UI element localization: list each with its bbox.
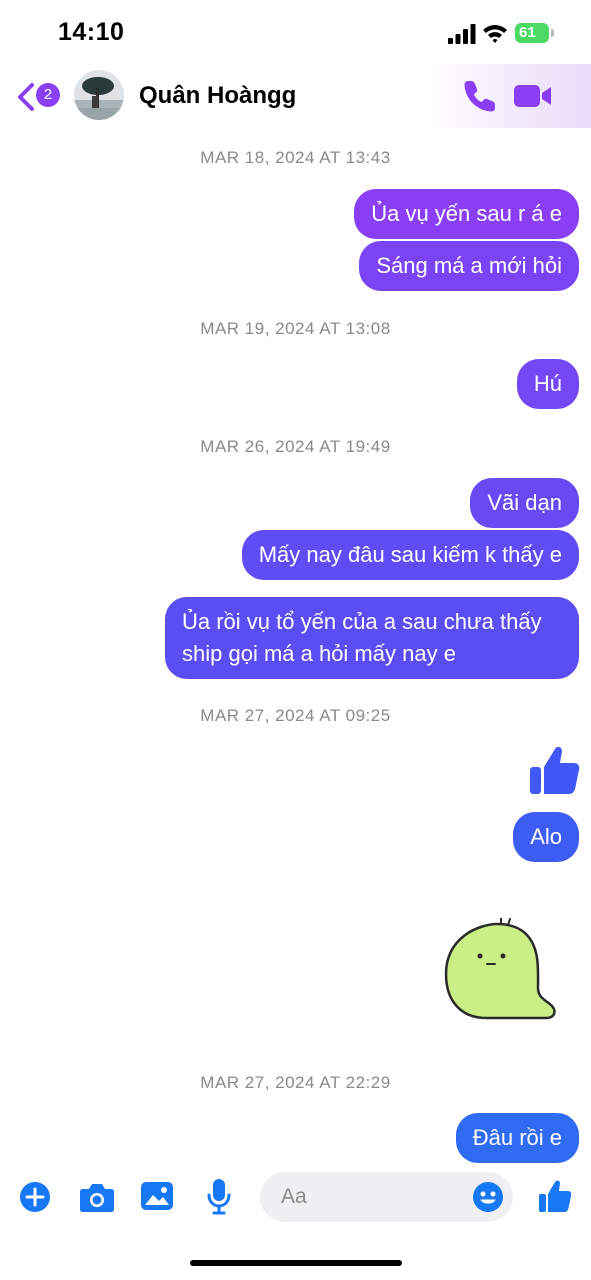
cellular-signal-icon: [448, 24, 476, 44]
timestamp: MAR 18, 2024 AT 13:43: [200, 148, 391, 167]
avatar-photo: [74, 70, 124, 120]
phone-icon[interactable]: [462, 78, 498, 114]
image-icon[interactable]: [140, 1180, 174, 1212]
chat-header: 2 Quân Hoàngg: [0, 64, 591, 128]
thumbs-up-icon[interactable]: [528, 743, 580, 797]
plus-icon[interactable]: [19, 1181, 51, 1213]
message-bubble[interactable]: Ủa vụ yến sau r á e: [354, 189, 579, 239]
unread-badge: 2: [36, 83, 60, 107]
message-bubble[interactable]: Alo: [513, 812, 579, 862]
sticker[interactable]: [440, 918, 560, 1026]
home-indicator: [190, 1260, 402, 1266]
timestamp: MAR 19, 2024 AT 13:08: [200, 319, 391, 338]
camera-icon[interactable]: [79, 1181, 115, 1213]
battery-level: 61: [515, 23, 549, 43]
battery-indicator: 61: [515, 23, 555, 43]
chevron-left-icon: [18, 83, 34, 111]
avatar[interactable]: [74, 70, 124, 120]
contact-name[interactable]: Quân Hoàngg: [139, 82, 296, 110]
message-input-placeholder: Aa: [281, 1185, 307, 1208]
microphone-icon[interactable]: [206, 1178, 232, 1216]
thumbs-up-icon[interactable]: [538, 1178, 572, 1214]
video-camera-icon[interactable]: [513, 80, 553, 112]
emoji-icon[interactable]: [472, 1181, 504, 1213]
message-bubble[interactable]: Sáng má a mới hỏi: [359, 241, 579, 291]
message-bubble[interactable]: Ủa rồi vụ tổ yến của a sau chưa thấy shi…: [165, 597, 579, 679]
back-button[interactable]: 2: [16, 80, 68, 114]
message-bubble[interactable]: Hú: [516, 359, 579, 409]
message-bubble[interactable]: Vãi dạn: [470, 478, 579, 528]
timestamp: MAR 27, 2024 AT 22:29: [200, 1073, 391, 1092]
timestamp: MAR 27, 2024 AT 09:25: [200, 706, 391, 725]
status-time: 14:10: [58, 18, 125, 46]
battery-nub: [551, 29, 554, 37]
status-bar: 14:10 61: [0, 0, 591, 64]
message-composer: Aa: [0, 1166, 591, 1228]
message-input[interactable]: Aa: [260, 1172, 513, 1222]
wifi-icon: [483, 25, 507, 43]
timestamp: MAR 26, 2024 AT 19:49: [200, 437, 391, 456]
message-bubble[interactable]: Mấy nay đâu sau kiếm k thấy e: [241, 530, 579, 580]
message-bubble[interactable]: Đâu rồi e: [455, 1113, 579, 1163]
